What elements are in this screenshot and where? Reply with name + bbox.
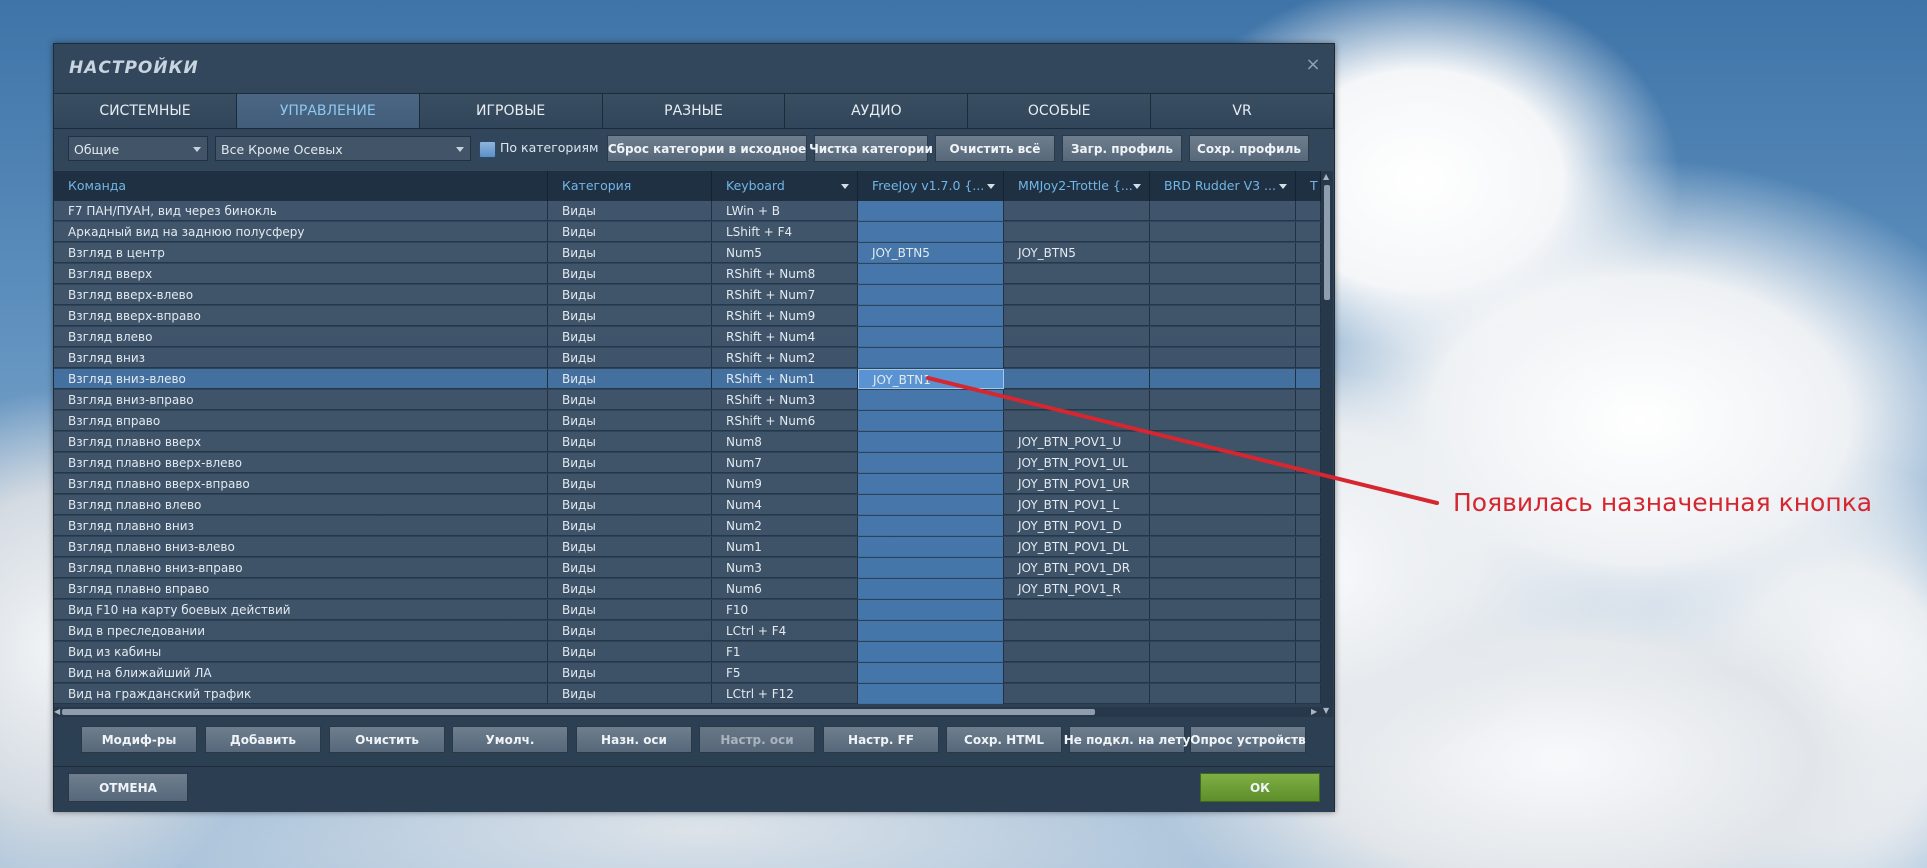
- annotation-arrow: [926, 376, 1439, 505]
- annotation-text: Появилась назначенная кнопка: [1453, 488, 1873, 517]
